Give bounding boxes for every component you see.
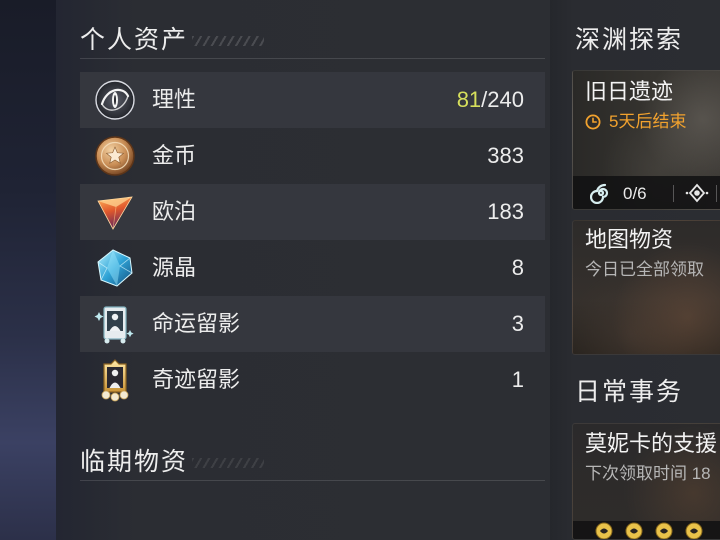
asset-value: 1 — [511, 367, 524, 392]
asset-row-opal[interactable]: 欧泊 183 — [80, 184, 545, 240]
asset-value: 81/240 — [457, 72, 524, 128]
daily-section-title: 日常事务 — [575, 378, 684, 406]
source-crystal-icon — [93, 246, 137, 290]
reward-token-icon — [595, 522, 613, 539]
asset-row-source-crystal[interactable]: 源晶 8 — [80, 240, 545, 296]
title-stripe-decoration — [192, 36, 264, 46]
assets-list: 理性 81/240 金币 383 欧泊 183 源晶 8 命运留影 3 奇迹留影… — [80, 72, 545, 408]
map-supplies-status: 今日已全部领取 — [585, 260, 704, 279]
asset-row-fate-snapshot[interactable]: 命运留影 3 — [80, 296, 545, 352]
diamond-eye-icon — [685, 182, 709, 204]
asset-name: 命运留影 — [152, 311, 241, 336]
asset-name: 奇迹留影 — [152, 367, 241, 392]
support-title: 莫妮卡的支援 — [585, 431, 718, 456]
ruins-status-bar: 0/6 — [573, 176, 720, 209]
asset-value: 8 — [511, 255, 524, 280]
fate-snapshot-icon — [93, 302, 137, 346]
asset-name: 源晶 — [152, 255, 197, 280]
asset-name: 金币 — [152, 143, 197, 168]
assets-section-title: 个人资产 — [80, 26, 189, 54]
sanity-current-value: 81 — [456, 87, 482, 112]
reward-token-icon — [685, 522, 703, 539]
gold-coin-icon — [93, 134, 137, 178]
support-reward-bar — [573, 521, 720, 539]
expiring-section-title: 临期物资 — [80, 448, 189, 476]
section-divider — [80, 58, 545, 59]
ruins-countdown: 5天后结束 — [609, 112, 687, 131]
support-card[interactable]: 莫妮卡的支援 下次领取时间 18 — [572, 423, 720, 540]
bar-divider — [673, 185, 674, 202]
ruins-card[interactable]: 旧日遗迹 5天后结束 0/6 — [572, 70, 720, 210]
map-supplies-title: 地图物资 — [585, 227, 674, 252]
miracle-snapshot-icon — [93, 358, 137, 402]
sanity-icon — [93, 78, 137, 122]
asset-row-gold[interactable]: 金币 383 — [80, 128, 545, 184]
asset-row-sanity[interactable]: 理性 81/240 — [80, 72, 545, 128]
asset-value: 383 — [487, 143, 524, 168]
opal-icon — [93, 190, 137, 234]
clock-icon — [585, 114, 601, 130]
map-supplies-card[interactable]: 地图物资 今日已全部领取 — [572, 220, 720, 355]
asset-name: 欧泊 — [152, 199, 197, 224]
bar-divider — [716, 185, 717, 202]
title-stripe-decoration — [192, 458, 264, 468]
support-next-claim: 下次领取时间 18 — [585, 464, 711, 483]
reward-token-icon — [655, 522, 673, 539]
background-backdrop — [0, 0, 56, 540]
sanity-max-value: /240 — [481, 87, 524, 112]
asset-name: 理性 — [152, 87, 197, 112]
reward-token-icon — [625, 522, 643, 539]
ruins-progress: 0/6 — [623, 184, 647, 203]
ruins-title: 旧日遗迹 — [585, 79, 674, 104]
asset-value: 183 — [487, 199, 524, 224]
section-divider — [80, 480, 545, 481]
abyss-section-title: 深渊探索 — [575, 26, 684, 54]
spiral-icon — [589, 182, 612, 205]
asset-value: 3 — [511, 311, 524, 336]
asset-row-miracle-snapshot[interactable]: 奇迹留影 1 — [80, 352, 545, 408]
